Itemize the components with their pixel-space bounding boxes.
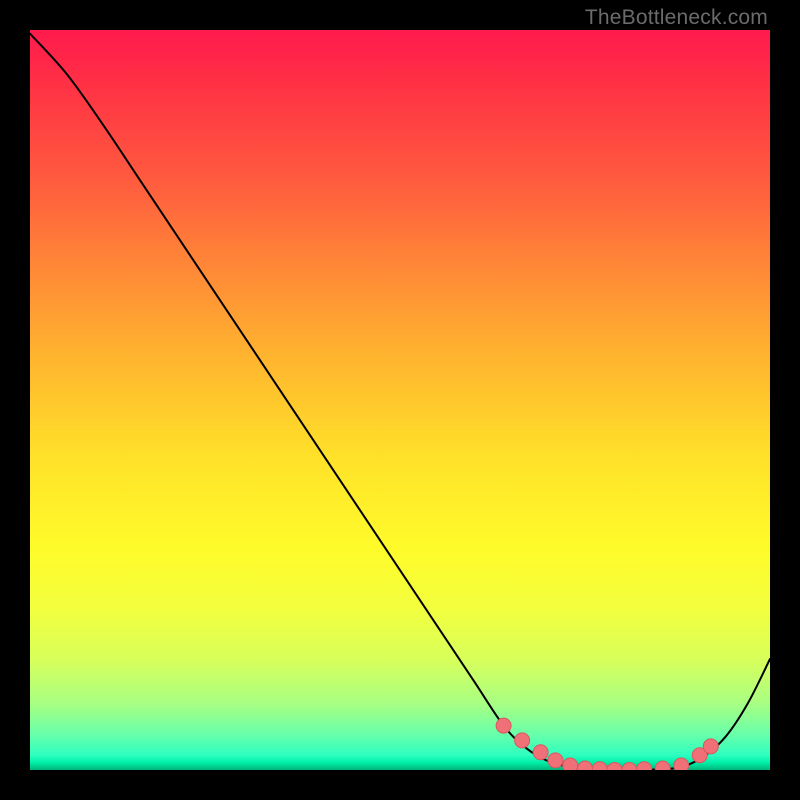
curve-dot	[703, 739, 718, 754]
curve-dot	[548, 753, 563, 768]
curve-dot	[533, 745, 548, 760]
curve-dot	[655, 761, 670, 770]
curve-dot	[515, 733, 530, 748]
curve-dot	[592, 762, 607, 770]
curve-dots	[496, 718, 718, 770]
chart-stage: TheBottleneck.com	[0, 0, 800, 800]
curve-dot	[496, 718, 511, 733]
watermark-text: TheBottleneck.com	[585, 6, 768, 30]
curve-dot	[622, 763, 637, 771]
curve-dot	[563, 758, 578, 770]
curve-dot	[674, 758, 689, 770]
curve-dot	[578, 761, 593, 770]
bottleneck-curve	[30, 34, 770, 770]
chart-svg	[30, 30, 770, 770]
curve-dot	[637, 762, 652, 770]
plot-area	[30, 30, 770, 770]
curve-dot	[607, 763, 622, 771]
